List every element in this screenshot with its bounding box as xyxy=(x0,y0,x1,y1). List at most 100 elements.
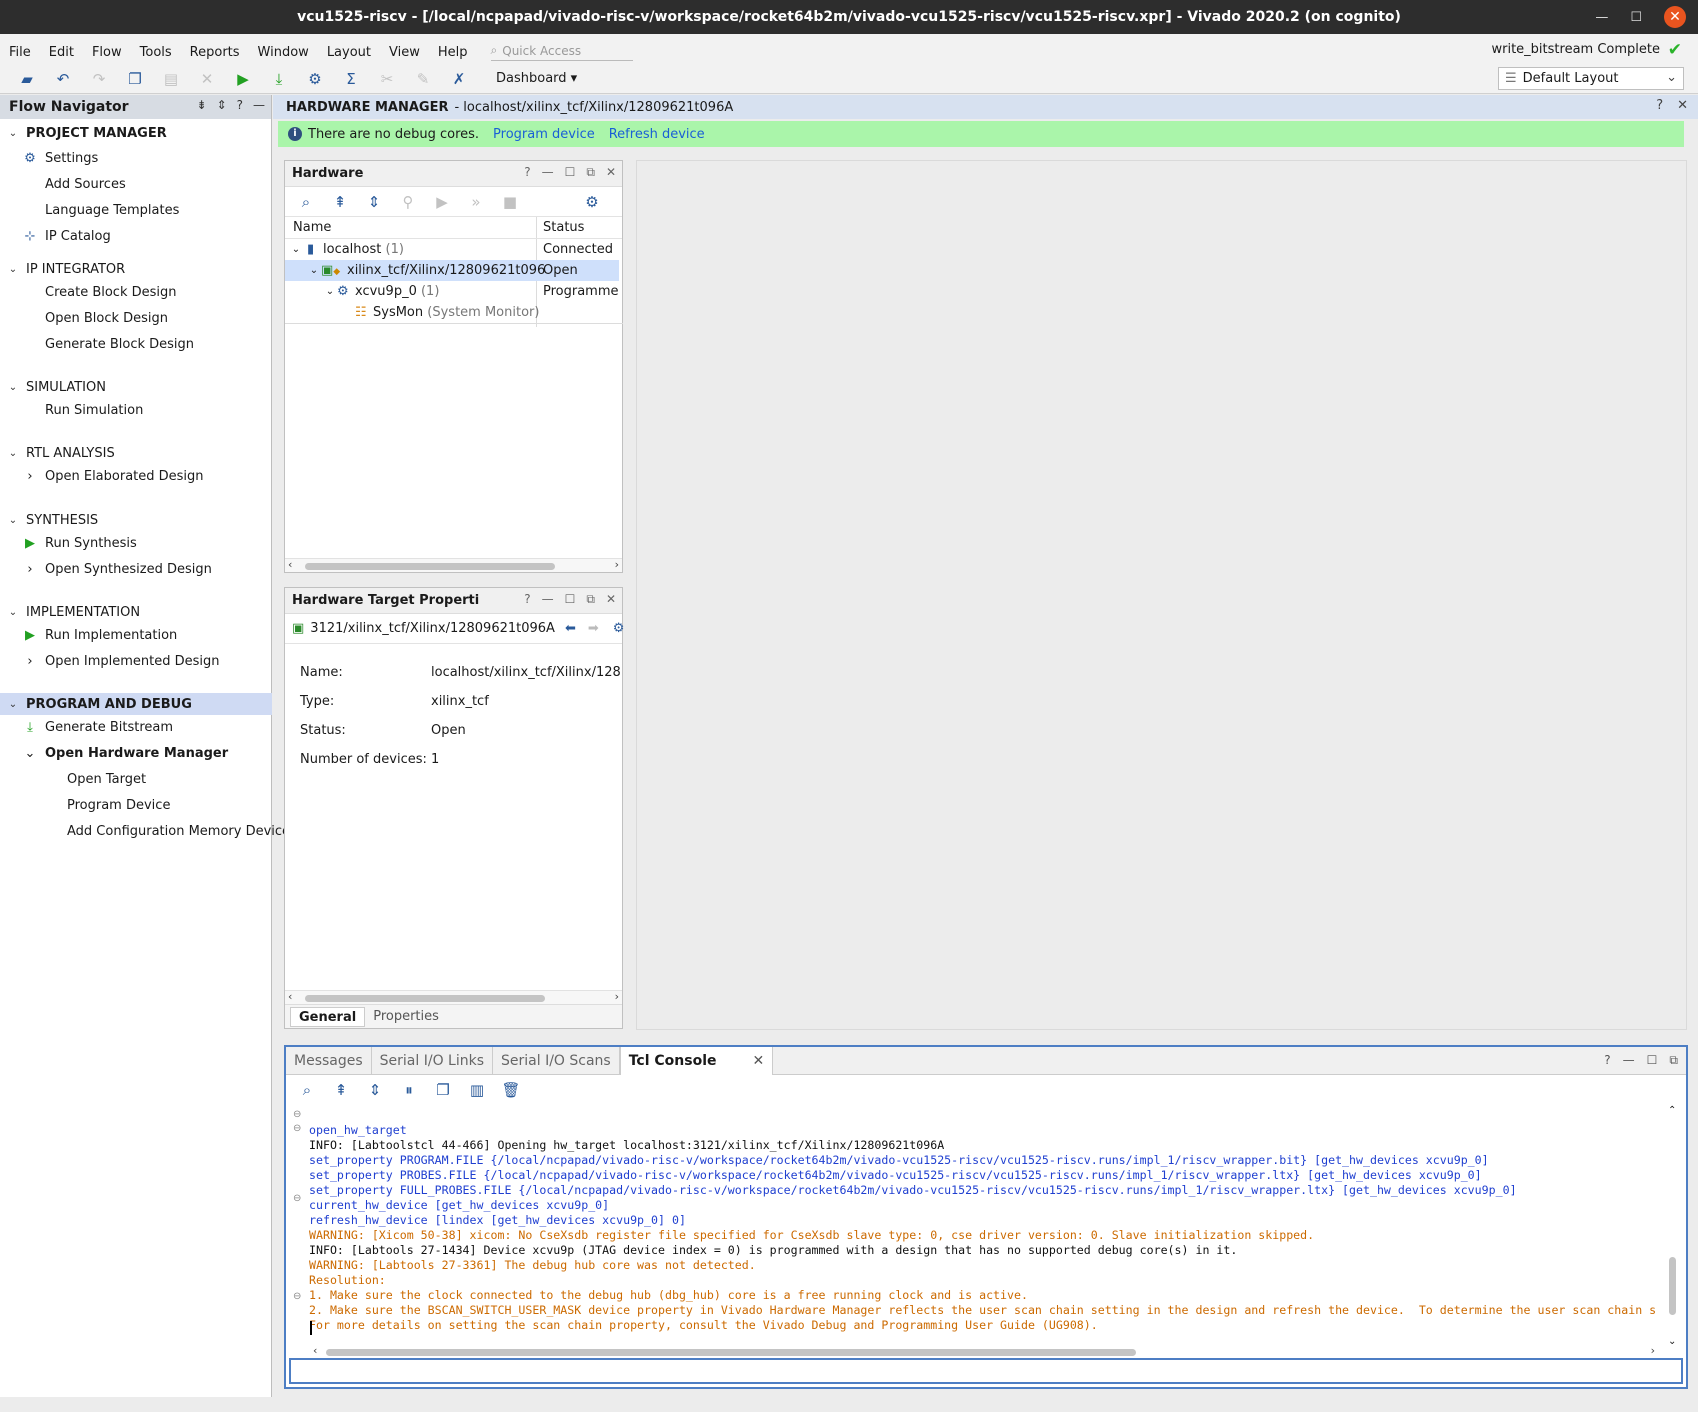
redo-icon[interactable]: ↷ xyxy=(88,68,110,90)
section-project-manager[interactable]: ⌄ PROJECT MANAGER xyxy=(0,122,272,144)
copy-icon[interactable]: ❐ xyxy=(432,1079,454,1101)
tool-disabled-icon[interactable]: ✂ xyxy=(376,68,398,90)
minimize-icon[interactable]: — xyxy=(542,165,554,180)
section-program-and-debug[interactable]: ⌄ PROGRAM AND DEBUG xyxy=(0,693,272,715)
float-icon[interactable]: ⧉ xyxy=(586,165,595,180)
nav-open-target[interactable]: Open Target xyxy=(67,768,146,790)
delete-icon[interactable]: ✕ xyxy=(196,68,218,90)
run-trigger-icon[interactable]: ▶ xyxy=(431,191,453,213)
help-icon[interactable]: ? xyxy=(1604,1053,1610,1068)
cancel-run-icon[interactable]: ✗ xyxy=(448,68,470,90)
maximize-icon[interactable]: ☐ xyxy=(565,165,576,180)
paste-icon[interactable]: ▤ xyxy=(160,68,182,90)
menu-layout[interactable]: Layout xyxy=(318,45,380,60)
program-download-icon[interactable]: ⤓ xyxy=(268,68,290,90)
nav-run-synthesis[interactable]: ▶ Run Synthesis xyxy=(20,532,137,554)
fold-icon[interactable]: ⊖ xyxy=(293,1291,301,1302)
tab-properties[interactable]: Properties xyxy=(365,1007,447,1027)
nav-add-config-memory[interactable]: Add Configuration Memory Device xyxy=(67,820,290,842)
expand-all-icon[interactable]: ⇕ xyxy=(364,1079,386,1101)
tab-general[interactable]: General xyxy=(290,1006,366,1027)
menu-window[interactable]: Window xyxy=(249,45,318,60)
pen-disabled-icon[interactable]: ✎ xyxy=(412,68,434,90)
section-simulation[interactable]: ⌄ SIMULATION xyxy=(0,376,272,398)
col-name[interactable]: Name xyxy=(293,220,331,235)
horizontal-scrollbar[interactable]: ‹ › xyxy=(285,990,622,1004)
expand-all-icon[interactable]: ⇕ xyxy=(363,191,385,213)
nav-settings[interactable]: ⚙ Settings xyxy=(20,147,98,169)
scroll-right-icon[interactable]: › xyxy=(615,558,619,571)
menu-reports[interactable]: Reports xyxy=(181,45,249,60)
quick-access-search[interactable]: ⌕ Quick Access xyxy=(490,41,633,61)
back-arrow-icon[interactable]: ⬅ xyxy=(565,621,576,636)
maximize-icon[interactable]: ☐ xyxy=(1647,1053,1658,1068)
nav-create-block-design[interactable]: Create Block Design xyxy=(20,281,177,303)
tree-row-target[interactable]: ⌄ ▣◆ xilinx_tcf/Xilinx/12809621t096 Open xyxy=(285,260,619,281)
minimize-button[interactable]: — xyxy=(1595,10,1608,25)
collapse-all-icon[interactable]: ⇟ xyxy=(197,98,207,112)
nav-open-synthesized-design[interactable]: › Open Synthesized Design xyxy=(20,558,211,580)
layout-select[interactable]: ☰ Default Layout ⌄ xyxy=(1498,67,1684,90)
dashboard-dropdown[interactable]: Dashboard ▾ xyxy=(496,71,577,86)
pause-icon[interactable]: ⏸ xyxy=(398,1079,420,1101)
close-button[interactable]: ✕ xyxy=(1664,6,1686,28)
stop-icon[interactable]: ■ xyxy=(499,191,521,213)
copy-icon[interactable]: ❐ xyxy=(124,68,146,90)
auto-connect-icon[interactable]: ⚲ xyxy=(397,191,419,213)
scroll-down-icon[interactable]: ⌄ xyxy=(1668,1336,1676,1347)
tab-messages[interactable]: Messages xyxy=(286,1046,372,1075)
nav-open-block-design[interactable]: Open Block Design xyxy=(20,307,168,329)
menu-file[interactable]: File xyxy=(0,45,40,60)
help-icon[interactable]: ? xyxy=(237,98,243,112)
scroll-left-icon[interactable]: ‹ xyxy=(288,558,292,571)
help-icon[interactable]: ? xyxy=(1656,98,1663,113)
nav-ip-catalog[interactable]: ⊹ IP Catalog xyxy=(20,225,111,247)
help-icon[interactable]: ? xyxy=(524,165,530,180)
columns-icon[interactable]: ▥ xyxy=(466,1079,488,1101)
close-icon[interactable]: ✕ xyxy=(606,165,616,180)
trash-icon[interactable]: 🗑 xyxy=(500,1079,522,1101)
menu-view[interactable]: View xyxy=(380,45,429,60)
search-icon[interactable]: ⌕ xyxy=(296,1079,318,1101)
section-synthesis[interactable]: ⌄ SYNTHESIS xyxy=(0,509,272,531)
tree-row-sysmon[interactable]: ☷ SysMon (System Monitor) xyxy=(285,302,619,323)
maximize-button[interactable]: ☐ xyxy=(1630,10,1642,25)
close-icon[interactable]: ✕ xyxy=(1677,98,1688,113)
search-icon[interactable]: ⌕ xyxy=(295,191,317,213)
nav-open-hardware-manager[interactable]: ⌄ Open Hardware Manager xyxy=(20,742,229,764)
undo-icon[interactable]: ↶ xyxy=(52,68,74,90)
nav-language-templates[interactable]: Language Templates xyxy=(20,199,179,221)
minimize-panel-icon[interactable]: — xyxy=(253,98,265,112)
tab-serial-io-scans[interactable]: Serial I/O Scans xyxy=(493,1046,620,1075)
tab-tcl-console[interactable]: Tcl Console ✕ xyxy=(619,1046,774,1075)
maximize-icon[interactable]: ☐ xyxy=(565,592,576,607)
col-status[interactable]: Status xyxy=(543,220,584,235)
close-tab-icon[interactable]: ✕ xyxy=(753,1053,765,1069)
tree-row-device[interactable]: ⌄ ⚙ xcvu9p_0 (1) Programmed xyxy=(285,281,619,302)
nav-generate-bitstream[interactable]: ⤓ Generate Bitstream xyxy=(20,716,173,738)
settings-gear-icon[interactable]: ⚙ xyxy=(304,68,326,90)
scroll-left-icon[interactable]: ‹ xyxy=(288,990,292,1003)
scroll-left-icon[interactable]: ‹ xyxy=(313,1344,317,1357)
nav-open-implemented-design[interactable]: › Open Implemented Design xyxy=(20,650,219,672)
gear-icon[interactable]: ⚙ xyxy=(581,191,603,213)
scroll-right-icon[interactable]: › xyxy=(615,990,619,1003)
expand-all-icon[interactable]: ⇕ xyxy=(217,98,227,112)
nav-add-sources[interactable]: Add Sources xyxy=(20,173,126,195)
nav-generate-block-design[interactable]: Generate Block Design xyxy=(20,333,194,355)
fold-icon[interactable]: ⊖ xyxy=(293,1193,301,1204)
section-ip-integrator[interactable]: ⌄ IP INTEGRATOR xyxy=(0,258,272,280)
menu-tools[interactable]: Tools xyxy=(131,45,181,60)
run-icon[interactable]: ▶ xyxy=(232,68,254,90)
float-icon[interactable]: ⧉ xyxy=(1669,1053,1678,1068)
collapse-all-icon[interactable]: ⇞ xyxy=(329,191,351,213)
nav-open-elaborated-design[interactable]: › Open Elaborated Design xyxy=(20,465,203,487)
nav-run-simulation[interactable]: Run Simulation xyxy=(20,399,143,421)
gear-icon[interactable]: ⚙ xyxy=(613,621,625,636)
tcl-command-input[interactable] xyxy=(289,1358,1683,1384)
minimize-icon[interactable]: — xyxy=(542,592,554,607)
vertical-scrollbar[interactable]: ⌃ ⌄ xyxy=(1666,1105,1680,1347)
scroll-right-icon[interactable]: › xyxy=(1651,1344,1655,1357)
menu-flow[interactable]: Flow xyxy=(83,45,131,60)
nav-program-device[interactable]: Program Device xyxy=(67,794,170,816)
